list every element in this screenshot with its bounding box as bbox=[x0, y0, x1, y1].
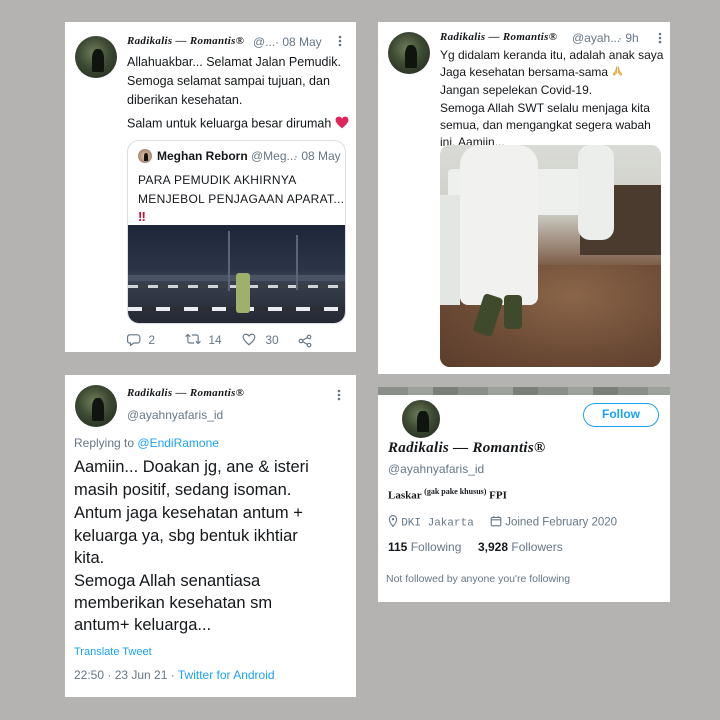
more-icon[interactable] bbox=[337, 389, 343, 403]
reply-text-line: Semoga Allah senantiasa bbox=[74, 572, 261, 590]
replying-prefix: Replying to bbox=[74, 436, 135, 450]
praying-hands-icon bbox=[611, 65, 624, 81]
like-action[interactable]: 30 bbox=[242, 333, 279, 349]
tweet-date[interactable]: · 9h bbox=[618, 31, 639, 45]
reply-count: 2 bbox=[148, 333, 156, 348]
tweet-timestamp: 22:50 · 23 Jun 21 · Twitter for Android bbox=[74, 668, 275, 682]
tweet-card-reply[interactable]: Radikalis — Romantis® @ayahnyafaris_id R… bbox=[65, 375, 356, 697]
retweet-count: 14 bbox=[208, 333, 222, 347]
bio-prefix: Laskar bbox=[388, 489, 422, 502]
reply-icon[interactable] bbox=[127, 333, 141, 349]
double-exclamation-emoji: ‼ bbox=[138, 209, 146, 224]
handle[interactable]: @ayahnyafaris_id bbox=[127, 408, 223, 422]
reply-action[interactable]: 2 bbox=[127, 333, 155, 349]
avatar[interactable] bbox=[388, 32, 430, 74]
followers-count: 3,928 bbox=[478, 540, 509, 554]
more-icon[interactable] bbox=[658, 32, 664, 46]
quoted-video-thumbnail[interactable] bbox=[128, 225, 345, 323]
location-pin-icon bbox=[388, 515, 398, 530]
source-link[interactable]: Twitter for Android bbox=[178, 668, 275, 682]
tweet-text-line: diberikan kesehatan. bbox=[127, 93, 243, 107]
quoted-date: · 08 May bbox=[294, 149, 341, 163]
profile-avatar[interactable] bbox=[400, 398, 442, 440]
heart-emoji-icon bbox=[335, 116, 349, 132]
reply-text-line: kita. bbox=[74, 549, 105, 567]
quoted-display-name: Meghan Reborn bbox=[157, 149, 248, 163]
display-name[interactable]: Radikalis — Romantis® bbox=[127, 35, 244, 47]
tweet-text-line: Semoga selamat sampai tujuan, dan bbox=[127, 74, 330, 88]
profile-banner-strip bbox=[378, 387, 670, 395]
location-text: DKI Jakarta bbox=[401, 517, 474, 530]
display-name[interactable]: Radikalis — Romantis® bbox=[440, 31, 557, 43]
timestamp-text: 22:50 · 23 Jun 21 · bbox=[74, 668, 175, 682]
calendar-icon bbox=[490, 515, 502, 530]
following-count: 115 bbox=[388, 540, 408, 554]
profile-handle: @ayahnyafaris_id bbox=[388, 462, 485, 476]
following-label: Following bbox=[410, 540, 462, 554]
avatar[interactable] bbox=[75, 36, 117, 78]
profile-card: Follow Radikalis — Romantis® @ayahnyafar… bbox=[378, 395, 670, 602]
avatar bbox=[138, 149, 152, 163]
reply-text-line: masih positif, sedang isoman. bbox=[74, 481, 292, 499]
reply-text-line: antum+ keluarga... bbox=[74, 616, 212, 634]
retweet-action[interactable]: 14 bbox=[185, 333, 222, 348]
like-count: 30 bbox=[265, 333, 279, 348]
tweet-text-line: semua, dan mengangkat segera wabah bbox=[440, 118, 651, 132]
tweet-text-segment: Jaga kesehatan bersama-sama bbox=[440, 65, 609, 80]
tweet-card-keranda[interactable]: Radikalis — Romantis® @ayah... · 9h Yg d… bbox=[378, 22, 670, 374]
more-icon[interactable] bbox=[338, 35, 344, 49]
bio-suffix: FPI bbox=[489, 489, 507, 502]
like-icon[interactable] bbox=[242, 333, 256, 349]
profile-joined: Joined February 2020 bbox=[490, 515, 617, 530]
retweet-icon[interactable] bbox=[185, 333, 201, 348]
tweet-text-line: Semoga Allah SWT selalu menjaga kita bbox=[440, 101, 650, 115]
tweet-date[interactable]: · 08 May bbox=[275, 35, 322, 49]
avatar[interactable] bbox=[75, 385, 117, 427]
joined-text: Joined February 2020 bbox=[505, 516, 618, 529]
profile-location: DKI Jakarta bbox=[388, 515, 474, 530]
reply-text-line: Antum jaga kesehatan antum + bbox=[74, 504, 303, 522]
follow-button[interactable]: Follow bbox=[583, 403, 659, 427]
reply-text-line: Aamiin... Doakan jg, ane & isteri bbox=[74, 458, 309, 476]
tweet-text-line: Jangan sepelekan Covid-19. bbox=[440, 83, 593, 97]
tweet-text-segment: Salam untuk keluarga besar dirumah bbox=[127, 116, 332, 131]
tweet-text-line: Salam untuk keluarga besar dirumah bbox=[127, 116, 349, 132]
profile-bio: Laskar (gak pake khusus) FPI bbox=[388, 487, 507, 502]
followers-stat[interactable]: 3,928 Followers bbox=[478, 540, 563, 554]
not-followed-note: Not followed by anyone you're following bbox=[386, 573, 571, 585]
quoted-tweet[interactable]: Meghan Reborn @Meg... · 08 May PARA PEMU… bbox=[127, 140, 346, 324]
replying-to: Replying to @EndiRamone bbox=[74, 436, 219, 450]
tweet-text-line: Allahuakbar... Selamat Jalan Pemudik. bbox=[127, 55, 342, 69]
handle[interactable]: @... bbox=[253, 35, 275, 49]
tweet-text-line: Jaga kesehatan bersama-sama bbox=[440, 65, 624, 81]
tweet-text-line: Yg didalam keranda itu, adalah anak saya bbox=[440, 48, 664, 62]
followers-label: Followers bbox=[511, 540, 563, 554]
bio-superscript: (gak pake khusus) bbox=[424, 487, 487, 496]
reply-text-line: memberikan kesehatan sm bbox=[74, 594, 273, 612]
display-name[interactable]: Radikalis — Romantis® bbox=[127, 387, 244, 399]
quoted-text-line: PARA PEMUDIK AKHIRNYA bbox=[138, 173, 297, 187]
quoted-handle: @Meg... bbox=[251, 149, 297, 163]
handle[interactable]: @ayah... bbox=[572, 31, 620, 45]
following-stat[interactable]: 115 Following bbox=[388, 540, 461, 554]
quoted-text-line: MENJEBOL PENJAGAAN APARAT... bbox=[138, 192, 345, 206]
burial-photo[interactable] bbox=[440, 145, 661, 367]
profile-display-name: Radikalis — Romantis® bbox=[388, 440, 546, 456]
share-icon[interactable] bbox=[298, 334, 312, 352]
tweet-card-pemudik[interactable]: Radikalis — Romantis® @... · 08 May Alla… bbox=[65, 22, 356, 352]
follow-label: Follow bbox=[602, 407, 640, 421]
translate-tweet-link[interactable]: Translate Tweet bbox=[74, 646, 152, 658]
reply-text-line: keluarga ya, sbg bentuk ikhtiar bbox=[74, 527, 298, 545]
replying-to-link[interactable]: @EndiRamone bbox=[137, 436, 219, 450]
